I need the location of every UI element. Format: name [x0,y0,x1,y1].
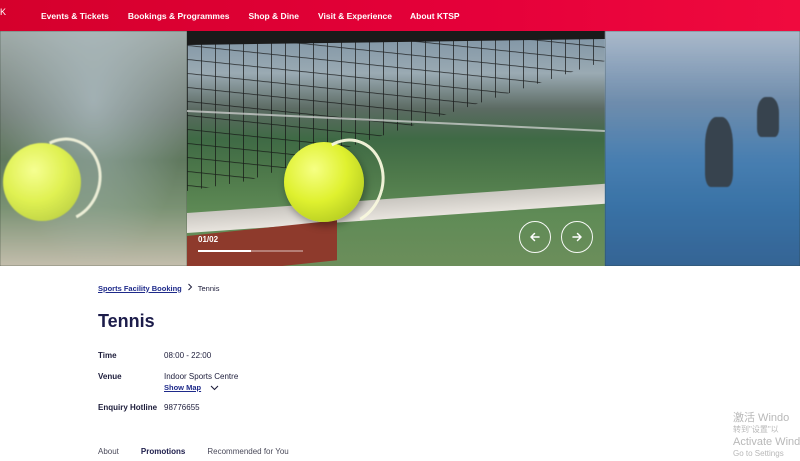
content-tabs: About Promotions Recommended for You [98,447,311,456]
nav-edge-fragment: K [0,7,7,17]
venue-value: Indoor Sports Centre [164,372,239,381]
time-label: Time [98,351,117,360]
carousel-previous-button[interactable] [519,221,551,253]
arrow-right-icon [572,232,582,242]
info-row-venue: Venue Indoor Sports Centre [98,372,238,381]
nav-item-about-ktsp[interactable]: About KTSP [410,11,460,21]
nav-item-events-tickets[interactable]: Events & Tickets [41,11,109,21]
page-title: Tennis [98,311,155,331]
tab-about[interactable]: About [98,447,119,456]
tennis-net-image [187,31,605,191]
top-navigation-bar: K Events & Tickets Bookings & Programmes… [0,0,800,31]
hero-carousel [0,31,800,266]
carousel-slide-previous[interactable] [0,31,187,266]
hotline-value: 98776655 [164,403,200,412]
carousel-next-button[interactable] [561,221,593,253]
tab-promotions[interactable]: Promotions [141,447,185,456]
carousel-slide-next[interactable] [605,31,800,266]
breadcrumb-current: Tennis [197,283,220,293]
chevron-down-icon [210,385,219,390]
venue-label: Venue [98,372,122,381]
show-map-label: Show Map [164,383,202,392]
info-row-time: Time 08:00 - 22:00 [98,351,211,360]
main-menu: Events & Tickets Bookings & Programmes S… [41,0,460,31]
tab-recommended-for-you[interactable]: Recommended for You [207,447,288,456]
nav-item-shop-dine[interactable]: Shop & Dine [248,11,299,21]
info-row-hotline: Enquiry Hotline 98776655 [98,403,200,412]
nav-item-bookings-programmes[interactable]: Bookings & Programmes [128,11,230,21]
breadcrumb-link-sports-facility-booking[interactable]: Sports Facility Booking [98,284,182,293]
time-value: 08:00 - 22:00 [164,351,212,360]
breadcrumb: Sports Facility Booking Tennis [98,283,219,293]
windows-activation-watermark: 激活 Windo 转到"设置"以 Activate Windo Go to Se… [733,412,800,458]
show-map-link[interactable]: Show Map [164,383,219,392]
arrow-left-icon [530,232,540,242]
hotline-label: Enquiry Hotline [98,403,158,412]
tennis-ball-image [284,142,364,222]
nav-item-visit-experience[interactable]: Visit & Experience [318,11,392,21]
carousel-progress-fill [198,250,251,252]
carousel-progress-bar [198,250,303,252]
chevron-right-icon [187,283,193,293]
carousel-slide-counter: 01/02 [198,235,219,244]
